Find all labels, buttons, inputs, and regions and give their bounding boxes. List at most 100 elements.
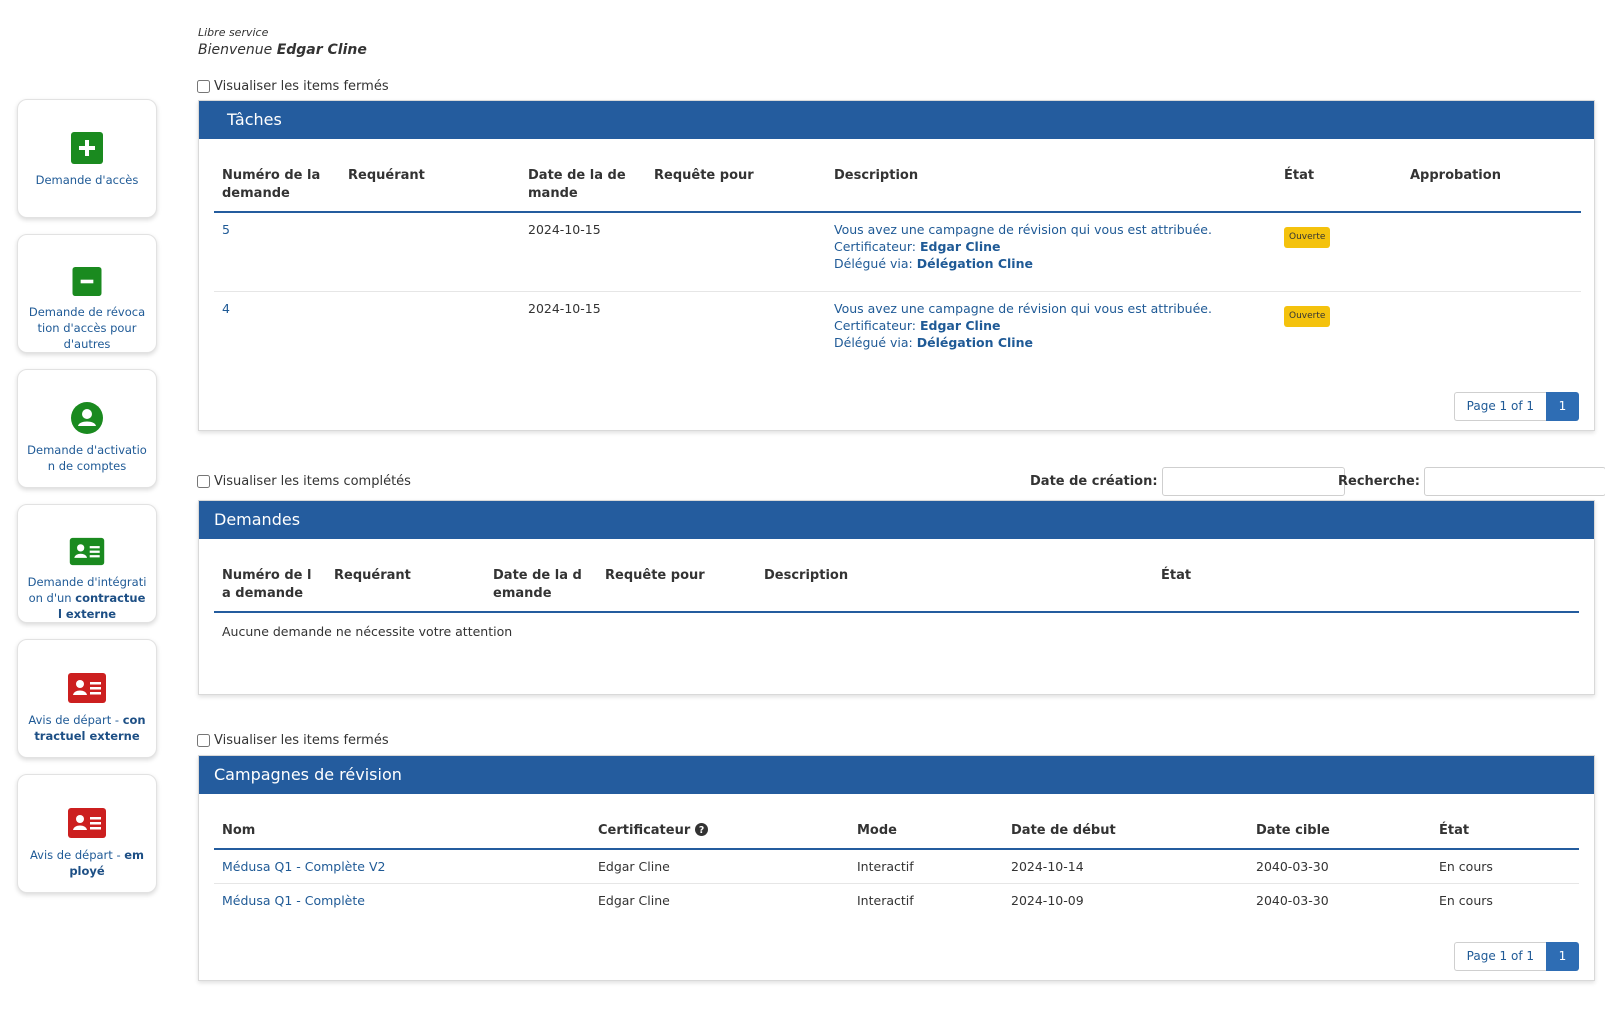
requests-panel-title: Demandes	[199, 501, 1594, 539]
tile-label: Avis de départ - contractuel externe	[28, 713, 146, 743]
tasks-show-closed-label: Visualiser les items fermés	[214, 79, 389, 94]
search-label: Recherche:	[1338, 474, 1420, 489]
col-request-date[interactable]: Date de la demande	[520, 139, 646, 213]
creation-date-input[interactable]	[1161, 467, 1345, 496]
request-for-cell	[646, 291, 826, 370]
date-cell: 2024-10-15	[520, 212, 646, 292]
tile-label: Demande d'intégration d'un contractuel e…	[27, 575, 147, 621]
self-service-sidebar: Demande d'accès Demande de révocation d'…	[17, 99, 157, 909]
col-requester[interactable]: Requérant	[340, 139, 520, 213]
tile-account-activation-request[interactable]: Demande d'activation de comptes	[17, 369, 157, 488]
campaigns-table: Nom Certificateur ? Mode Date de début D…	[214, 794, 1579, 917]
col-description[interactable]: Description	[826, 139, 1276, 213]
table-row[interactable]: 4 2024-10-15 Vous avez une campagne de r…	[214, 291, 1581, 370]
col-request-number[interactable]: Numéro de la demande	[214, 139, 340, 213]
col-request-for[interactable]: Requête pour	[646, 139, 826, 213]
requests-show-completed-toggle[interactable]: Visualiser les items complétés	[197, 474, 411, 489]
target-date-cell: 2040-03-30	[1256, 893, 1329, 908]
tile-label: Avis de départ - employé	[29, 848, 145, 878]
pagination-info[interactable]: Page 1 of 1	[1453, 392, 1546, 421]
pagination-page-button[interactable]: 1	[1546, 392, 1579, 421]
request-number-link[interactable]: 5	[222, 222, 230, 237]
col-request-date[interactable]: Date de la demande	[485, 539, 597, 613]
search-filter: Recherche:	[1338, 467, 1605, 496]
col-certifier[interactable]: Certificateur ?	[590, 794, 849, 850]
requester-cell	[340, 291, 520, 370]
status-badge: Ouverte	[1284, 227, 1331, 248]
description-link[interactable]: Vous avez une campagne de révision qui v…	[834, 300, 1268, 317]
campaigns-pagination: Page 1 of 1 1	[1453, 942, 1579, 971]
delegation-name[interactable]: Délégation Cline	[917, 256, 1033, 271]
campaign-name-link[interactable]: Médusa Q1 - Complète V2	[222, 859, 385, 874]
tasks-show-closed-checkbox[interactable]	[197, 80, 210, 93]
pagination-page-button[interactable]: 1	[1546, 942, 1579, 971]
col-target-date[interactable]: Date cible	[1248, 794, 1431, 850]
requests-show-completed-label: Visualiser les items complétés	[214, 474, 411, 489]
campaign-name-link[interactable]: Médusa Q1 - Complète	[222, 893, 365, 908]
tile-access-revocation-request[interactable]: Demande de révocation d'accès pour d'aut…	[17, 234, 157, 353]
table-row[interactable]: Médusa Q1 - Complète V2 Edgar Cline Inte…	[214, 849, 1579, 884]
col-description[interactable]: Description	[756, 539, 1153, 613]
creation-date-filter: Date de création:	[1030, 467, 1345, 496]
date-cell: 2024-10-15	[528, 300, 601, 316]
pagination-info[interactable]: Page 1 of 1	[1453, 942, 1546, 971]
campaigns-show-closed-toggle[interactable]: Visualiser les items fermés	[197, 733, 389, 748]
mode-cell: Interactif	[857, 893, 914, 908]
col-state[interactable]: État	[1153, 539, 1579, 613]
table-row[interactable]: 5 2024-10-15 Vous avez une campagne de r…	[214, 212, 1581, 292]
col-name[interactable]: Nom	[214, 794, 590, 850]
requests-show-completed-checkbox[interactable]	[197, 475, 210, 488]
col-request-for[interactable]: Requête pour	[597, 539, 756, 613]
description-link[interactable]: Vous avez une campagne de révision qui v…	[834, 221, 1268, 238]
tile-contractor-departure[interactable]: Avis de départ - contractuel externe	[17, 639, 157, 758]
col-requester[interactable]: Requérant	[326, 539, 485, 613]
delegation-name[interactable]: Délégation Cline	[917, 335, 1033, 350]
id-card-icon	[69, 537, 105, 566]
description-cell: Vous avez une campagne de révision qui v…	[826, 212, 1276, 292]
help-icon[interactable]: ?	[694, 823, 708, 836]
creation-date-label: Date de création:	[1030, 474, 1158, 489]
approval-cell	[1402, 212, 1581, 292]
user-icon	[71, 402, 103, 434]
approval-cell	[1402, 291, 1581, 370]
table-row[interactable]: Médusa Q1 - Complète Edgar Cline Interac…	[214, 884, 1579, 918]
empty-message: Aucune demande ne nécessite votre attent…	[222, 624, 513, 639]
campaigns-show-closed-label: Visualiser les items fermés	[214, 733, 389, 748]
requests-panel: Demandes Numéro de la demande Requérant …	[198, 500, 1595, 695]
tile-access-request[interactable]: Demande d'accès	[17, 99, 157, 218]
col-approval[interactable]: Approbation	[1402, 139, 1581, 213]
campaigns-show-closed-checkbox[interactable]	[197, 734, 210, 747]
certifier-name[interactable]: Edgar Cline	[920, 318, 1001, 333]
welcome-user-name: Edgar Cline	[276, 42, 367, 58]
delegated-label: Délégué via:	[834, 256, 913, 271]
col-state[interactable]: État	[1276, 139, 1402, 213]
col-certifier-label: Certificateur	[598, 823, 691, 838]
certifier-cell: Edgar Cline	[598, 893, 670, 908]
campaigns-panel-title: Campagnes de révision	[199, 756, 1594, 794]
tile-label: Demande d'accès	[35, 173, 139, 187]
id-card-icon	[68, 673, 106, 703]
tasks-panel-title: Tâches	[199, 101, 1594, 139]
tasks-table: Numéro de la demande Requérant Date de l…	[214, 139, 1581, 370]
state-cell: En cours	[1431, 849, 1579, 884]
tile-contractor-onboarding[interactable]: Demande d'intégration d'un contractuel e…	[17, 504, 157, 623]
tile-label: Demande de révocation d'accès pour d'aut…	[28, 305, 146, 351]
tasks-show-closed-toggle[interactable]: Visualiser les items fermés	[197, 79, 389, 94]
request-number-link[interactable]: 4	[222, 301, 230, 316]
col-state[interactable]: État	[1431, 794, 1579, 850]
col-mode[interactable]: Mode	[849, 794, 1003, 850]
delegated-label: Délégué via:	[834, 334, 913, 350]
target-date-cell: 2040-03-30	[1248, 849, 1431, 884]
col-start-date[interactable]: Date de début	[1003, 794, 1248, 850]
empty-row: Aucune demande ne nécessite votre attent…	[214, 612, 1579, 648]
col-request-number[interactable]: Numéro de la demande	[214, 539, 326, 613]
welcome-message: Bienvenue Edgar Cline	[198, 42, 367, 58]
tile-employee-departure[interactable]: Avis de départ - employé	[17, 774, 157, 893]
requester-cell	[340, 212, 520, 292]
page-subtitle: Libre service	[198, 26, 269, 39]
minus-icon	[72, 267, 102, 296]
certifier-name[interactable]: Edgar Cline	[920, 239, 1001, 254]
requests-table: Numéro de la demande Requérant Date de l…	[214, 539, 1579, 648]
search-input[interactable]	[1424, 467, 1605, 496]
svg-text:?: ?	[699, 825, 704, 836]
